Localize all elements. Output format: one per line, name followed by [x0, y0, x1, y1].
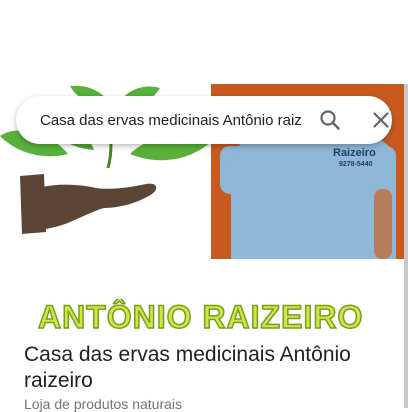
shirt-logo-text: Raizeiro — [333, 147, 376, 159]
arm — [374, 189, 392, 259]
top-blank-area — [0, 0, 408, 84]
search-icon[interactable] — [318, 108, 342, 132]
place-category[interactable]: Loja de produtos naturais — [24, 396, 182, 412]
close-icon[interactable] — [369, 108, 393, 132]
place-title: Casa das ervas medicinais Antônio raizei… — [24, 343, 351, 392]
shirt-phone-text: 9278-5440 — [339, 161, 373, 168]
search-bar[interactable] — [16, 96, 392, 144]
search-input[interactable] — [40, 108, 302, 132]
scrollbar[interactable] — [404, 84, 408, 408]
